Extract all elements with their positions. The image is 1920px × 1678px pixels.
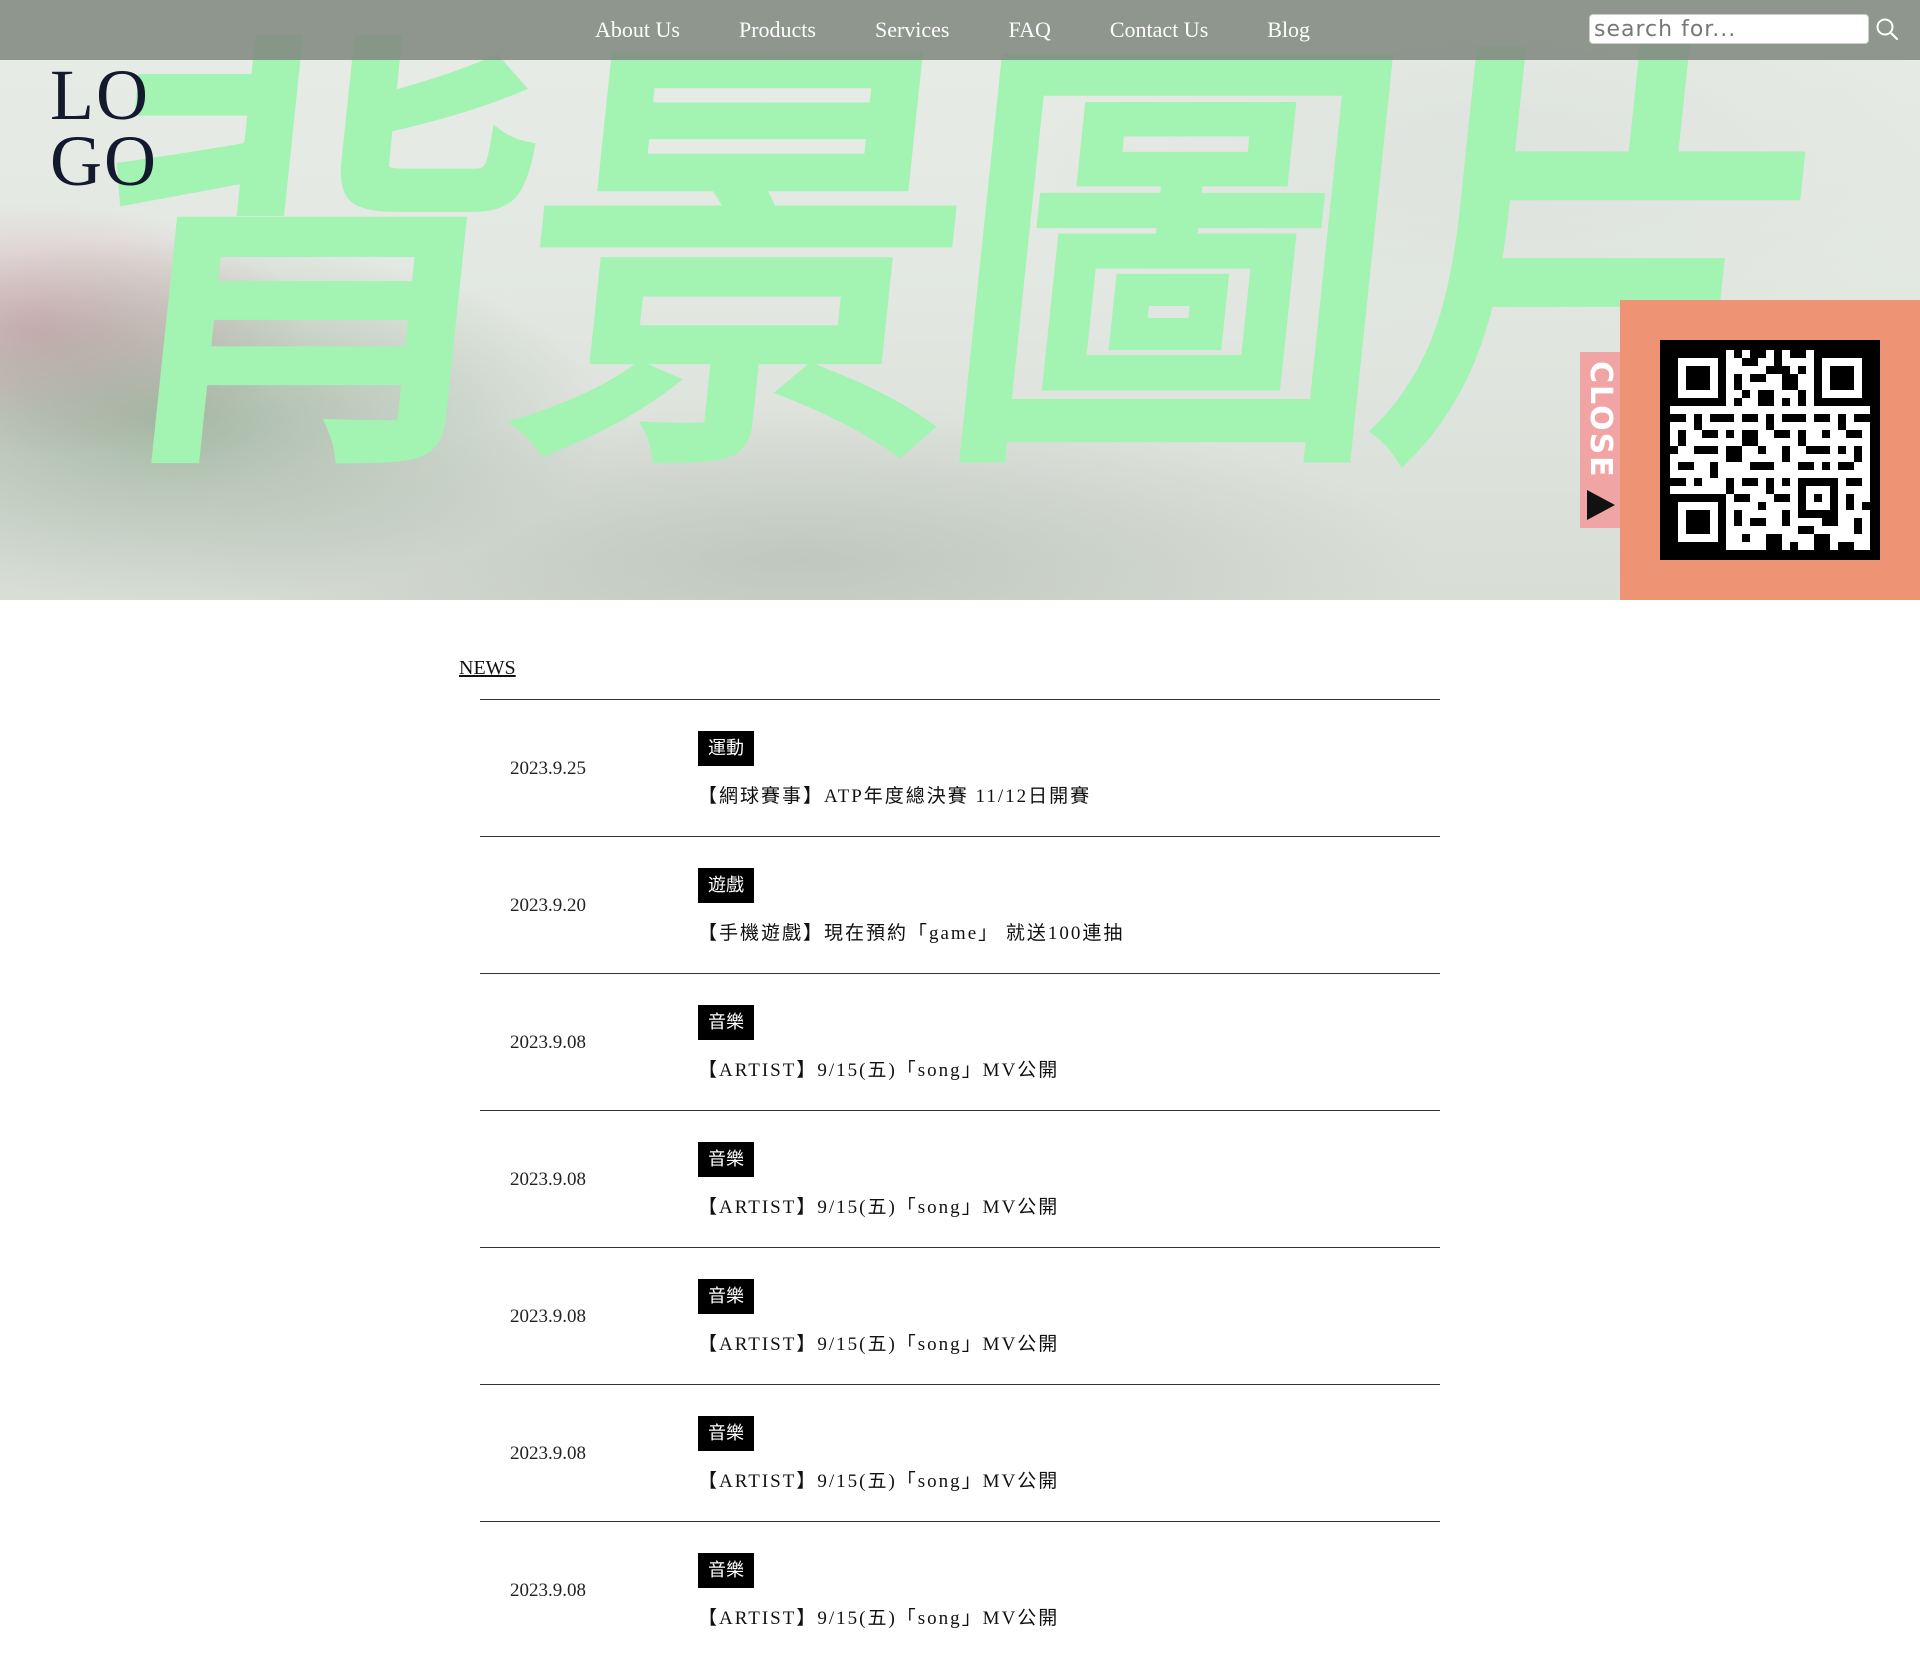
- search-icon[interactable]: [1874, 16, 1900, 42]
- logo[interactable]: LO GO: [50, 55, 158, 201]
- qr-code-pattern: [1670, 350, 1870, 550]
- news-heading[interactable]: NEWS: [459, 657, 516, 680]
- qr-code: [1660, 340, 1880, 560]
- news-date: 2023.9.08: [510, 1443, 586, 1464]
- news-date: 2023.9.08: [510, 1032, 586, 1053]
- search-input[interactable]: [1589, 14, 1869, 44]
- logo-line-1: LO: [50, 55, 150, 135]
- news-title[interactable]: 【ARTIST】9/15(五)「song」MV公開: [698, 1055, 1059, 1082]
- news-item[interactable]: 2023.9.08 音樂 【ARTIST】9/15(五)「song」MV公開: [480, 973, 1440, 1110]
- news-title[interactable]: 【ARTIST】9/15(五)「song」MV公開: [698, 1329, 1059, 1356]
- nav-item-faq[interactable]: FAQ: [1008, 0, 1050, 60]
- logo-line-2: GO: [50, 121, 158, 201]
- close-label: CLOSE: [1583, 361, 1618, 479]
- news-title[interactable]: 【ARTIST】9/15(五)「song」MV公開: [698, 1192, 1059, 1219]
- news-title[interactable]: 【網球賽事】ATP年度總決賽 11/12日開賽: [698, 781, 1091, 808]
- news-category-tag: 運動: [698, 731, 754, 766]
- nav-item-blog[interactable]: Blog: [1267, 0, 1310, 60]
- news-date: 2023.9.08: [510, 1306, 586, 1327]
- news-category-tag: 音樂: [698, 1553, 754, 1588]
- news-category-tag: 音樂: [698, 1279, 754, 1314]
- play-arrow-icon: [1587, 490, 1615, 520]
- news-item[interactable]: 2023.9.08 音樂 【ARTIST】9/15(五)「song」MV公開: [480, 1384, 1440, 1521]
- news-item[interactable]: 2023.9.20 遊戲 【手機遊戲】現在預約「game」 就送100連抽: [480, 836, 1440, 973]
- news-date: 2023.9.08: [510, 1580, 586, 1601]
- news-item[interactable]: 2023.9.08 音樂 【ARTIST】9/15(五)「song」MV公開: [480, 1521, 1440, 1658]
- nav-item-services[interactable]: Services: [875, 0, 950, 60]
- news-list: 2023.9.25 運動 【網球賽事】ATP年度總決賽 11/12日開賽 202…: [480, 699, 1440, 1658]
- top-navbar: About Us Products Services FAQ Contact U…: [0, 0, 1920, 60]
- news-title[interactable]: 【ARTIST】9/15(五)「song」MV公開: [698, 1466, 1059, 1493]
- hero-background-text: 背景圖片: [62, 3, 1838, 527]
- news-category-tag: 音樂: [698, 1142, 754, 1177]
- nav-item-products[interactable]: Products: [739, 0, 816, 60]
- news-date: 2023.9.25: [510, 758, 586, 779]
- qr-close-tab[interactable]: CLOSE: [1580, 352, 1620, 528]
- news-category-tag: 音樂: [698, 1005, 754, 1040]
- news-category-tag: 音樂: [698, 1416, 754, 1451]
- qr-panel: [1620, 300, 1920, 600]
- news-category-tag: 遊戲: [698, 868, 754, 903]
- nav-item-about-us[interactable]: About Us: [595, 0, 680, 60]
- news-date: 2023.9.20: [510, 895, 586, 916]
- news-title[interactable]: 【手機遊戲】現在預約「game」 就送100連抽: [698, 918, 1124, 945]
- news-item[interactable]: 2023.9.08 音樂 【ARTIST】9/15(五)「song」MV公開: [480, 1247, 1440, 1384]
- nav-menu: About Us Products Services FAQ Contact U…: [595, 0, 1369, 60]
- news-title[interactable]: 【ARTIST】9/15(五)「song」MV公開: [698, 1603, 1059, 1630]
- news-item[interactable]: 2023.9.25 運動 【網球賽事】ATP年度總決賽 11/12日開賽: [480, 699, 1440, 836]
- news-date: 2023.9.08: [510, 1169, 586, 1190]
- nav-item-contact-us[interactable]: Contact Us: [1110, 0, 1208, 60]
- news-item[interactable]: 2023.9.08 音樂 【ARTIST】9/15(五)「song」MV公開: [480, 1110, 1440, 1247]
